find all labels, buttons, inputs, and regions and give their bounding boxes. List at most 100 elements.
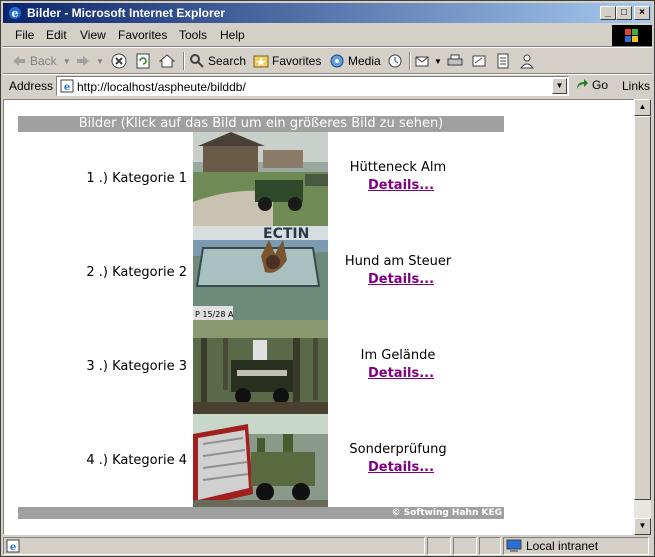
home-icon: [159, 54, 175, 68]
menu-edit[interactable]: Edit: [46, 28, 67, 42]
go-button[interactable]: Go: [575, 78, 608, 92]
svg-text:P 15/28 A: P 15/28 A: [195, 310, 234, 319]
page-content: Bilder (Klick auf das Bild um ein größer…: [3, 99, 634, 535]
history-button[interactable]: [387, 51, 406, 71]
status-pane-lock: [453, 537, 477, 555]
messenger-person-icon: [519, 54, 535, 69]
favorites-label: Favorites: [272, 54, 322, 68]
svg-text:e: e: [64, 82, 70, 93]
page-header: Bilder (Klick auf das Bild um ein größer…: [18, 116, 504, 132]
menu-favorites[interactable]: Favorites: [118, 28, 167, 42]
back-arrow-icon: [13, 56, 25, 66]
details-link[interactable]: Details...: [328, 272, 474, 287]
maximize-button[interactable]: □: [616, 6, 632, 20]
printer-icon: [447, 54, 463, 66]
category-row: 2 .) Kategorie 2 ECTIN P 15/28 A Hund am…: [18, 226, 504, 320]
media-button[interactable]: Media: [329, 51, 381, 71]
address-bar: Address e http://localhost/aspheute/bild…: [3, 75, 652, 97]
ie-page-icon: e: [6, 539, 20, 553]
details-link[interactable]: Details...: [328, 460, 474, 475]
security-zone-pane: Local intranet: [503, 537, 649, 555]
search-label: Search: [208, 54, 247, 68]
stop-button[interactable]: [111, 51, 130, 71]
go-label: Go: [592, 78, 609, 92]
history-icon: [388, 54, 402, 68]
edit-button[interactable]: [471, 51, 490, 71]
messenger-button[interactable]: [519, 51, 538, 71]
windows-flag-icon: [612, 25, 652, 47]
links-button[interactable]: Links: [622, 79, 650, 93]
menu-help[interactable]: Help: [220, 28, 245, 42]
svg-text:e: e: [10, 542, 16, 553]
address-label: Address: [9, 79, 54, 93]
toolbar-separator: [183, 52, 185, 70]
media-icon: [330, 54, 344, 68]
refresh-icon: [136, 53, 150, 69]
local-intranet-icon: [506, 539, 522, 552]
menu-file[interactable]: File: [15, 28, 34, 42]
thumbnail-image[interactable]: [193, 320, 328, 414]
status-pane-progress: [427, 537, 451, 555]
favorites-button[interactable]: Favorites: [253, 51, 321, 71]
thumbnail-image[interactable]: ECTIN P 15/28 A: [193, 226, 328, 320]
address-dropdown-button[interactable]: ▼: [552, 78, 567, 94]
category-row: 1 .) Kategorie 1 Hütteneck Alm Details..…: [18, 132, 504, 226]
details-link[interactable]: Details...: [328, 366, 474, 381]
menu-view[interactable]: View: [80, 28, 106, 42]
category-label: 4 .) Kategorie 4: [86, 453, 187, 468]
chevron-down-icon[interactable]: ▼: [434, 57, 442, 66]
toolbar-separator: [409, 52, 411, 70]
scroll-up-icon[interactable]: ▲: [634, 99, 651, 116]
favorites-star-icon: [253, 55, 269, 68]
image-caption: Hund am Steuer: [344, 254, 452, 269]
address-url: http://localhost/aspheute/bilddb/: [77, 80, 246, 94]
page-footer: © Softwing Hahn KEG: [18, 507, 504, 519]
menu-bar: File Edit View Favorites Tools Help: [3, 24, 611, 46]
scroll-down-icon[interactable]: ▼: [634, 518, 651, 535]
vertical-scrollbar[interactable]: ▲ ▼: [634, 99, 651, 535]
go-arrow-icon: [577, 79, 588, 89]
category-label: 2 .) Kategorie 2: [86, 265, 187, 280]
standard-toolbar: Back ▼ ▼ Search Favorites Media ▼: [3, 48, 652, 74]
scrollbar-thumb[interactable]: [634, 116, 651, 500]
refresh-button[interactable]: [135, 51, 154, 71]
print-button[interactable]: [447, 51, 466, 71]
svg-text:e: e: [12, 7, 19, 20]
mail-icon: [415, 56, 429, 67]
close-button[interactable]: ×: [634, 6, 650, 20]
category-label: 3 .) Kategorie 3: [86, 359, 187, 374]
forward-button[interactable]: ▼: [75, 51, 104, 71]
home-button[interactable]: [159, 51, 178, 71]
search-button[interactable]: Search: [189, 51, 246, 71]
status-text-pane: e: [3, 537, 425, 555]
discuss-icon: [497, 53, 509, 69]
image-caption: Hütteneck Alm: [349, 160, 447, 175]
category-label: 1 .) Kategorie 1: [86, 171, 187, 186]
ie-logo-icon: e: [9, 7, 21, 20]
back-button[interactable]: Back ▼: [11, 51, 71, 71]
address-input[interactable]: e http://localhost/aspheute/bilddb/ ▼: [56, 76, 569, 96]
window-title: Bilder - Microsoft Internet Explorer: [27, 6, 226, 20]
minimize-button[interactable]: _: [600, 6, 616, 20]
stop-icon: [111, 53, 127, 69]
browser-window: e Bilder - Microsoft Internet Explorer _…: [0, 0, 655, 557]
back-label: Back: [30, 54, 57, 68]
status-pane-blank: [479, 537, 501, 555]
category-row: 4 .) Kategorie 4 Sonderprüfung Details..…: [18, 414, 504, 508]
status-bar: e Local intranet: [3, 536, 652, 555]
search-icon: [190, 54, 204, 68]
menu-tools[interactable]: Tools: [179, 28, 207, 42]
discuss-button[interactable]: [495, 51, 514, 71]
thumbnail-image[interactable]: [193, 414, 328, 508]
title-bar[interactable]: e Bilder - Microsoft Internet Explorer _…: [3, 3, 652, 23]
ie-page-icon: e: [60, 79, 74, 93]
details-link[interactable]: Details...: [328, 178, 474, 193]
thumbnail-image[interactable]: [193, 132, 328, 226]
edit-page-icon: [472, 55, 486, 67]
chevron-down-icon[interactable]: ▼: [96, 57, 104, 66]
forward-arrow-icon: [77, 56, 89, 66]
media-label: Media: [348, 54, 381, 68]
mail-button[interactable]: ▼: [415, 51, 442, 71]
svg-text:ECTIN: ECTIN: [263, 226, 309, 242]
chevron-down-icon[interactable]: ▼: [63, 57, 71, 66]
